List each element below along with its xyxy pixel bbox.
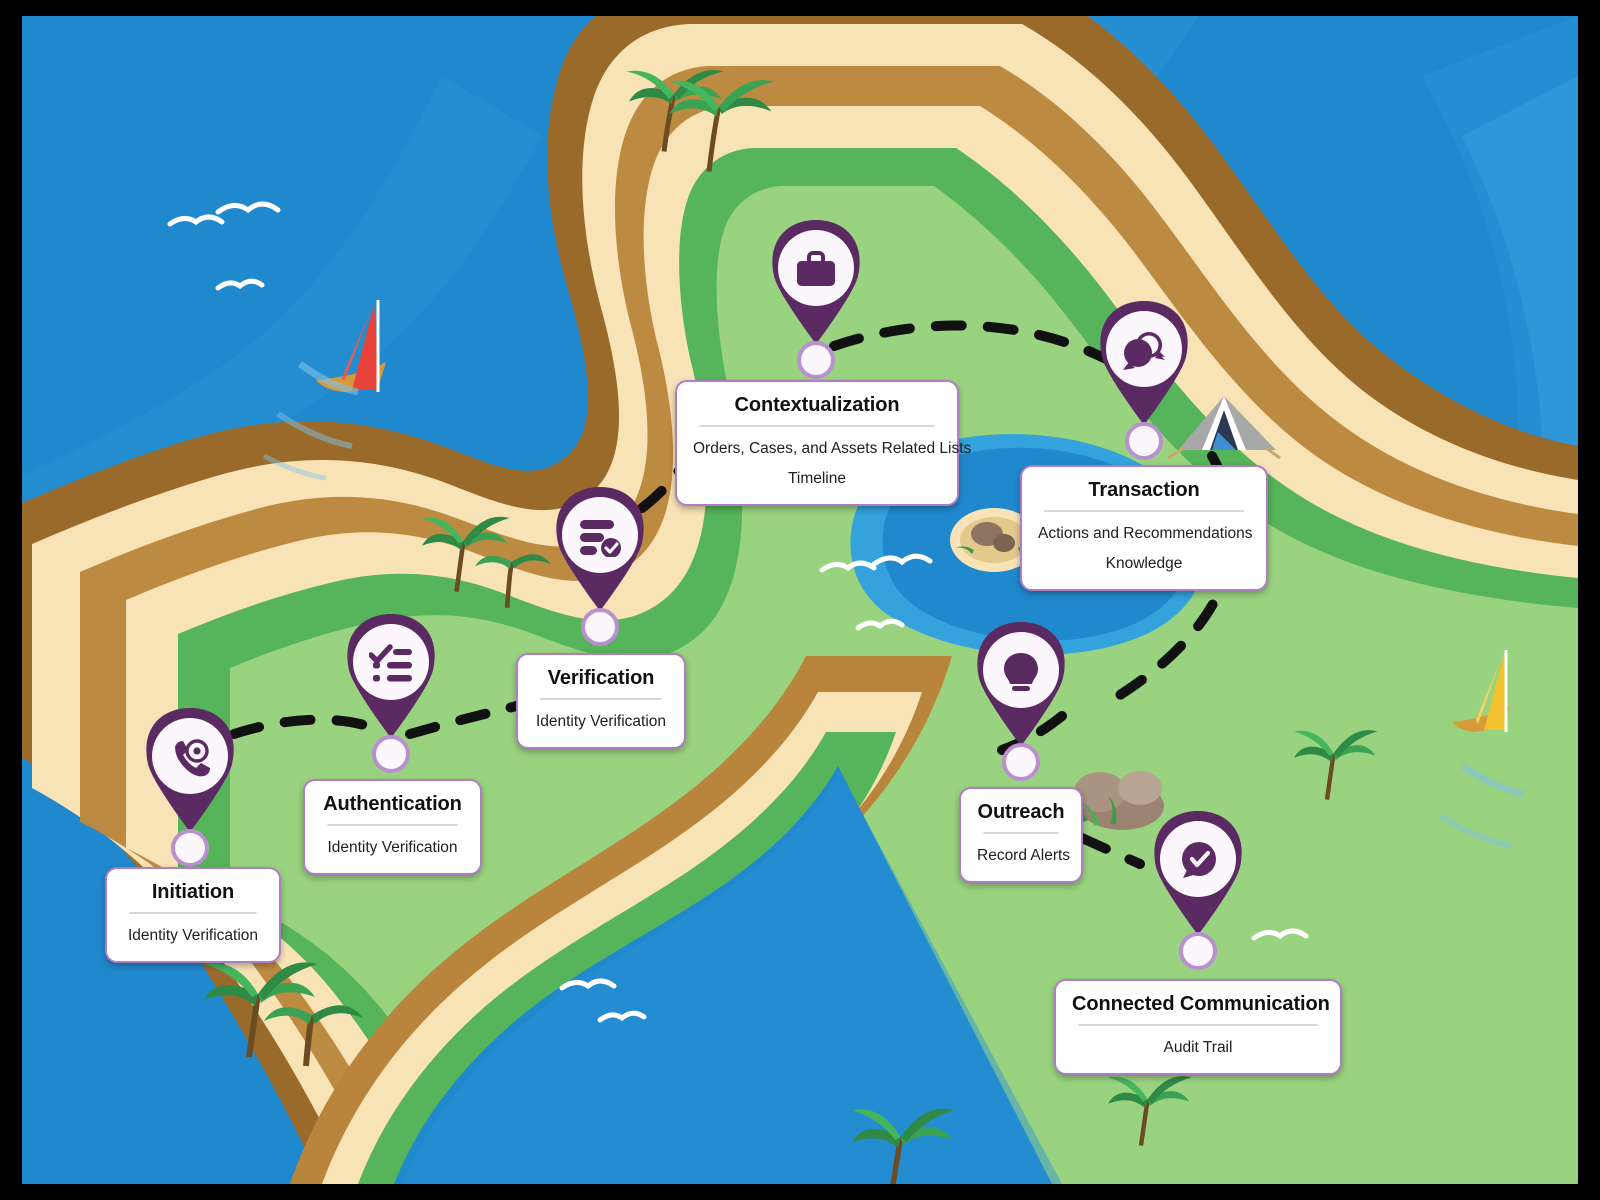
card-divider (1044, 510, 1244, 512)
card-connected-communication[interactable]: Connected Communication Audit Trail (1054, 979, 1342, 1075)
card-title: Authentication (323, 793, 462, 815)
card-authentication[interactable]: Authentication Identity Verification (303, 779, 482, 875)
card-title: Verification (547, 667, 655, 689)
pin-verification[interactable] (548, 485, 652, 613)
pin-base-contextualization (797, 341, 835, 379)
pin-base-outreach (1002, 743, 1040, 781)
briefcase-icon (764, 218, 868, 322)
card-transaction[interactable]: Transaction Actions and Recommendations … (1020, 465, 1268, 591)
phone-call-icon (138, 706, 242, 810)
card-title: Connected Communication (1072, 993, 1330, 1015)
map-decorations (167, 70, 1525, 1184)
card-title: Contextualization (734, 394, 900, 416)
card-divider (129, 912, 257, 914)
card-initiation[interactable]: Initiation Identity Verification (105, 867, 281, 963)
card-divider (1078, 1024, 1318, 1026)
card-item: Audit Trail (1163, 1039, 1233, 1056)
pin-contextualization[interactable] (764, 218, 868, 346)
card-divider (540, 698, 662, 700)
card-title: Transaction (1088, 479, 1200, 501)
pin-authentication[interactable] (339, 612, 443, 740)
card-item: Record Alerts (977, 847, 1071, 864)
card-item: Timeline (788, 470, 846, 487)
pin-base-initiation (171, 829, 209, 867)
pin-initiation[interactable] (138, 706, 242, 834)
pin-base-connected-communication (1179, 932, 1217, 970)
card-contextualization[interactable]: Contextualization Orders, Cases, and Ass… (675, 380, 972, 506)
card-item: Identity Verification (327, 839, 458, 856)
chat-bubbles-icon (1092, 299, 1196, 403)
sailboat-yellow (1452, 650, 1510, 732)
card-divider (983, 832, 1059, 834)
journey-map-screen: Initiation Identity Verification Authent… (0, 0, 1600, 1200)
pin-connected-communication[interactable] (1146, 809, 1250, 937)
card-item: Identity Verification (535, 713, 667, 730)
pin-base-verification (581, 608, 619, 646)
card-divider (327, 824, 458, 826)
card-title: Outreach (977, 801, 1065, 823)
pin-base-transaction (1125, 422, 1163, 460)
card-item: Actions and Recommendations (1038, 525, 1253, 542)
map-canvas: Initiation Identity Verification Authent… (22, 16, 1578, 1184)
card-title: Initiation (151, 881, 235, 903)
card-item: Orders, Cases, and Assets Related Lists (693, 440, 972, 457)
pin-outreach[interactable] (969, 620, 1073, 748)
card-divider (699, 425, 935, 427)
chat-check-icon (1146, 809, 1250, 913)
list-check-icon (548, 485, 652, 589)
checklist-icon (339, 612, 443, 716)
lightbulb-icon (969, 620, 1073, 724)
pin-base-authentication (372, 735, 410, 773)
card-item: Knowledge (1105, 555, 1183, 572)
card-outreach[interactable]: Outreach Record Alerts (959, 787, 1083, 883)
card-item: Identity Verification (127, 927, 259, 944)
pin-transaction[interactable] (1092, 299, 1196, 427)
card-verification[interactable]: Verification Identity Verification (516, 653, 686, 749)
